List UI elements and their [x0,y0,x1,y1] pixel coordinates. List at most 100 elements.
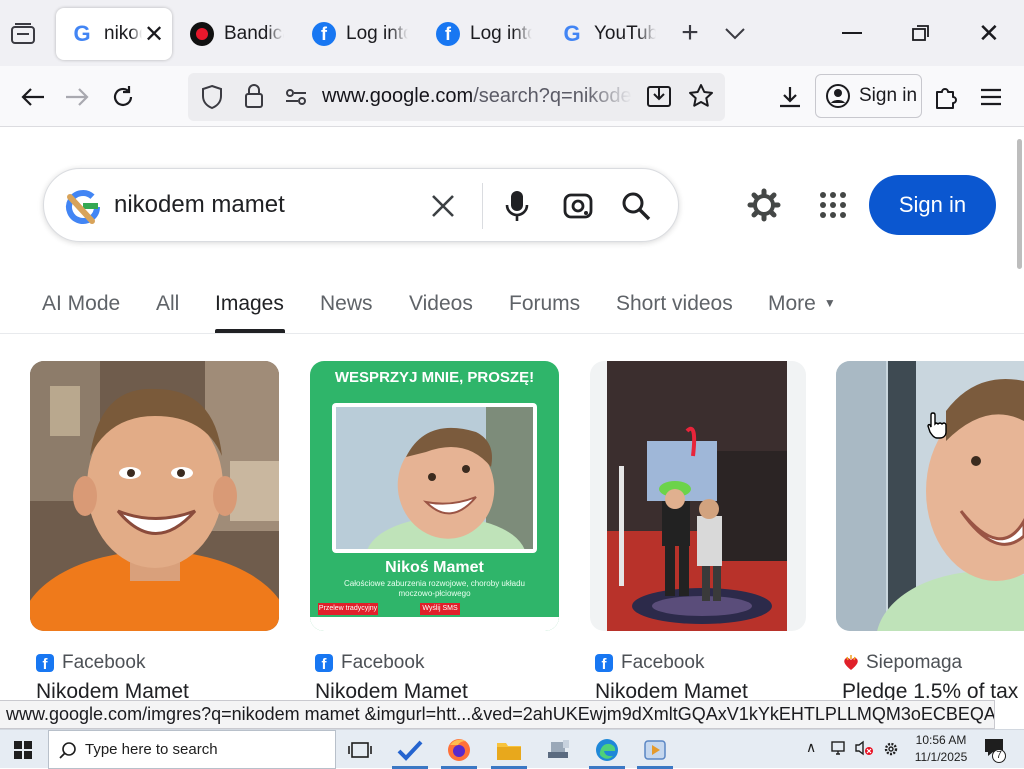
tab-forums[interactable]: Forums [509,292,580,316]
tab-bandicam[interactable]: Bandicam [190,8,290,60]
result-source-name: Siepomaga [866,652,963,673]
taskbar-search-placeholder: Type here to search [85,741,218,758]
settings-gear-icon[interactable] [882,740,900,758]
result-source[interactable]: Siepomaga [842,652,962,674]
google-icon: G [73,21,91,46]
facebook-icon: f [315,654,333,672]
browser-sign-in-label: Sign in [859,85,918,106]
result-source[interactable]: f Facebook [36,652,145,674]
network-icon[interactable] [830,740,848,756]
microphone-icon[interactable] [504,189,530,223]
result-title[interactable]: Nikodem Mamet [315,680,468,700]
search-query[interactable]: nikodem mamet [114,191,285,219]
firefox-icon[interactable] [437,732,481,769]
result-source[interactable]: f Facebook [595,652,704,674]
show-hidden-icons-icon[interactable]: ∧ [806,740,820,754]
result-source[interactable]: f Facebook [315,652,424,674]
windows-start-icon[interactable] [14,741,32,759]
site-permissions-icon[interactable] [284,86,308,108]
edge-icon[interactable] [585,732,629,769]
search-divider [482,183,483,229]
tracking-shield-icon[interactable] [200,84,224,110]
minimize-icon[interactable] [842,32,862,34]
taskbar-search-box[interactable]: Type here to search [48,730,336,769]
bottom-strip [310,617,559,631]
tab-label: Log into Facebook [470,23,532,44]
file-explorer-icon[interactable] [487,732,531,769]
notification-center-icon[interactable]: 7 [982,736,1008,764]
google-apps-icon[interactable] [819,191,847,219]
tab-videos[interactable]: Videos [409,292,473,316]
tab-label: nikodem mamet - Google Search [104,23,142,44]
tab-more[interactable]: More ▼ [768,292,836,316]
task-view-icon[interactable] [338,732,382,767]
search-icon [59,741,77,759]
banner-text: WESPRZYJ MNIE, PROSZĘ! [334,369,535,386]
tab-label: Bandicam [224,23,284,44]
tab-short-videos[interactable]: Short videos [616,292,733,316]
clear-icon[interactable] [430,193,456,219]
tab-facebook-2[interactable]: f Log into Facebook [436,8,541,60]
search-icon[interactable] [621,191,651,221]
dropdown-arrow-icon: ▼ [823,296,836,310]
tab-label: YouTube [594,23,656,44]
result-source-name: Facebook [62,652,146,673]
close-tab-icon[interactable]: ✕ [144,20,164,49]
transfer-badge: Przelew tradycyjny [318,603,378,615]
url-text[interactable]: www.google.com/search?q=nikodem+mamet&ud… [322,85,632,108]
windows-taskbar: Type here to search ∧ 10:56 AM 11/1/2025… [0,729,1024,769]
address-bar[interactable]: www.google.com/search?q=nikodem+mamet&ud… [188,73,725,121]
tab-ai-mode[interactable]: AI Mode [42,292,120,316]
forward-arrow-icon[interactable] [58,78,96,116]
restore-icon[interactable] [911,24,931,42]
result-source-name: Facebook [341,652,425,673]
result-thumbnail[interactable] [30,361,279,631]
network-app-icon[interactable] [537,732,581,767]
photo [607,361,787,631]
result-thumbnail[interactable] [590,361,806,631]
result-thumbnail[interactable] [836,361,1024,631]
result-title[interactable]: Nikodem Mamet [36,680,189,700]
caption-name: Nikoś Mamet [385,559,484,576]
tab-all[interactable]: All [156,292,179,316]
tab-images[interactable]: Images [215,292,284,316]
volume-muted-icon[interactable] [854,740,874,756]
tab-facebook-1[interactable]: f Log into Facebook [312,8,417,60]
close-window-icon[interactable]: ✕ [978,20,1002,46]
system-clock[interactable]: 10:56 AM 11/1/2025 [908,732,974,766]
google-sign-in-button[interactable]: Sign in [869,175,996,235]
downloads-icon[interactable] [771,78,809,116]
settings-gear-icon[interactable] [747,188,781,222]
lens-camera-icon[interactable] [562,191,594,221]
new-tab-icon[interactable]: + [678,18,702,48]
result-title[interactable]: Pledge 1.5% of tax [842,680,1018,700]
caption-text: Całościowe zaburzenia rozwojowe, choroby… [344,579,525,598]
tab-news[interactable]: News [320,292,373,316]
save-page-icon[interactable] [646,83,672,109]
tab-bar: G nikodem mamet - Google Search ✕ Bandic… [0,0,1024,66]
lock-icon[interactable] [243,83,265,109]
video-app-icon[interactable] [633,732,677,769]
tab-google-search[interactable]: G nikodem mamet - Google Search ✕ [56,8,172,60]
status-link-url: www.google.com/imgres?q=nikodem mamet &i… [0,700,995,729]
facebook-icon: f [436,22,460,46]
chevron-down-icon[interactable] [722,22,748,44]
scrollbar[interactable] [1017,139,1022,269]
url-path: /search?q=nikodem+mamet&udm=2 [473,85,632,107]
extensions-icon[interactable] [927,78,965,116]
search-box[interactable]: nikodem mamet [43,168,679,242]
browser-sign-in-button[interactable]: Sign in [815,74,922,118]
clock-date: 11/1/2025 [914,750,968,764]
reload-icon[interactable] [104,78,142,116]
tab-overview-icon[interactable] [8,20,38,48]
search-tabs: AI Mode All Images News Videos Forums Sh… [0,277,1024,334]
bookmark-star-icon[interactable] [688,83,714,109]
result-title[interactable]: Nikodem Mamet [595,680,748,700]
menu-icon[interactable] [972,78,1010,116]
todo-app-icon[interactable] [388,732,432,769]
tab-youtube[interactable]: G YouTube [560,8,660,60]
google-icon: G [563,21,581,46]
clock-time: 10:56 AM [915,733,967,747]
back-arrow-icon[interactable] [14,78,52,116]
result-thumbnail[interactable]: WESPRZYJ MNIE, PROSZĘ! Nikoś Mamet Całoś… [310,361,559,631]
